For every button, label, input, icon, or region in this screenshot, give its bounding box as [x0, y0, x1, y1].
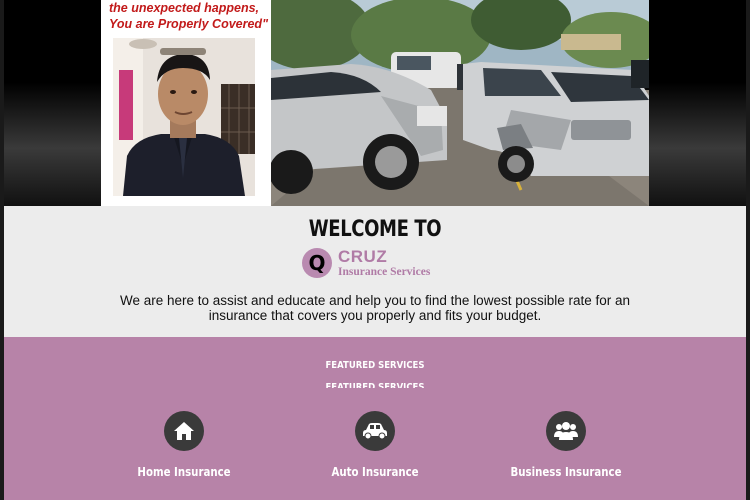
hero-banner: the unexpected happens, You are Properly…: [4, 0, 746, 206]
service-home-insurance[interactable]: Home Insurance: [104, 411, 264, 479]
featured-services-section: FEATURED SERVICES FEATURED SERVICES Home…: [4, 337, 746, 500]
service-label[interactable]: Business Insurance: [498, 465, 634, 479]
welcome-heading: WELCOME TO: [308, 217, 442, 242]
cruz-insurance-logo[interactable]: Q CRUZ Insurance Services: [300, 246, 440, 284]
car-accident-photo: [271, 0, 649, 206]
home-icon[interactable]: [164, 411, 204, 451]
logo-subtitle: Insurance Services: [338, 266, 431, 278]
promo-card: the unexpected happens, You are Properly…: [101, 0, 271, 206]
promo-quote-line-1: the unexpected happens,: [109, 1, 260, 15]
services-heading: FEATURED SERVICES: [325, 360, 425, 371]
service-business-insurance[interactable]: Business Insurance: [486, 411, 646, 479]
welcome-description: We are here to assist and educate and he…: [119, 293, 631, 323]
logo-q-badge-icon: Q: [302, 248, 332, 278]
service-label[interactable]: Auto Insurance: [307, 465, 443, 479]
car-icon[interactable]: [355, 411, 395, 451]
page-frame-right: [746, 0, 750, 500]
users-icon[interactable]: [546, 411, 586, 451]
service-label[interactable]: Home Insurance: [116, 465, 252, 479]
service-auto-insurance[interactable]: Auto Insurance: [295, 411, 455, 479]
promo-quote-line-2: You are Properly Covered": [109, 17, 268, 31]
logo-name: CRUZ: [338, 247, 388, 266]
agent-portrait-photo: [113, 38, 255, 196]
promo-quote: the unexpected happens, You are Properly…: [109, 0, 269, 32]
services-subheading-clipped: FEATURED SERVICES: [325, 382, 425, 388]
logo-letter: Q: [308, 251, 326, 275]
